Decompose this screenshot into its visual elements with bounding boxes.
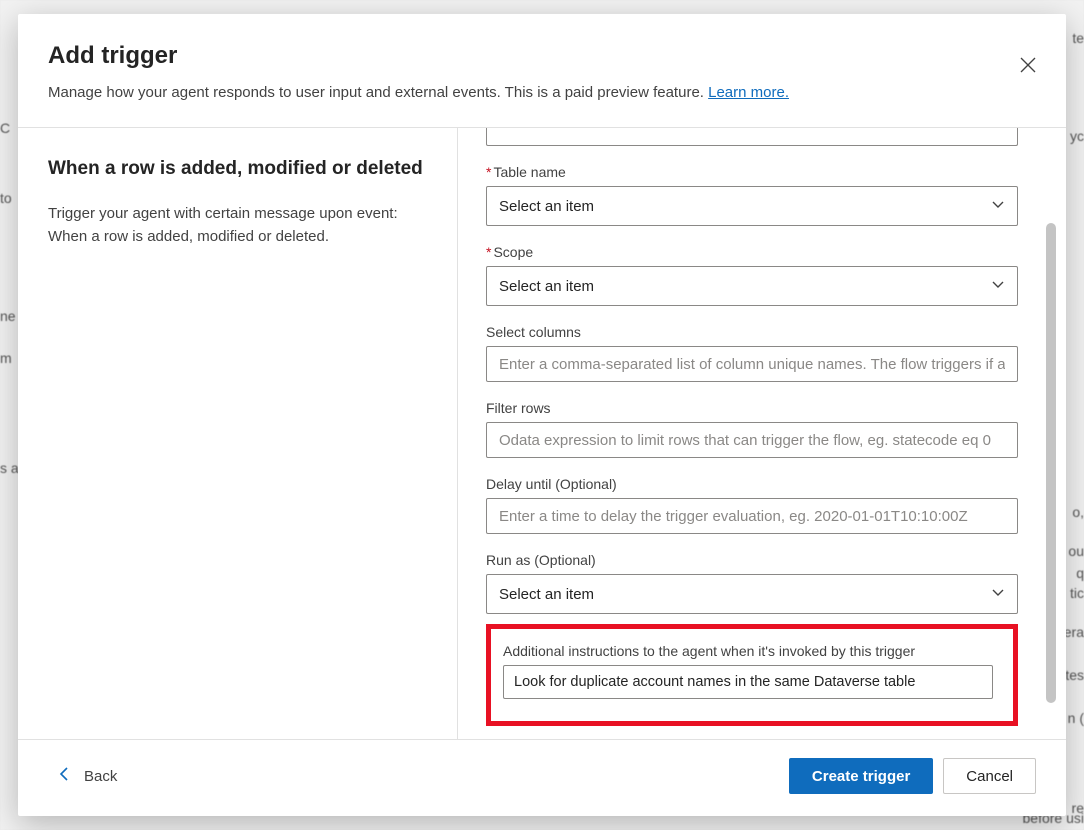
bg-text: o,	[1072, 504, 1084, 520]
scrollbar-thumb[interactable]	[1046, 223, 1056, 703]
bg-text: to	[0, 190, 12, 206]
bg-text: tes	[1065, 667, 1084, 683]
field-filter-rows: Filter rows	[486, 400, 1018, 458]
bg-text: C	[0, 120, 10, 136]
label-table-name: *Table name	[486, 164, 1018, 180]
select-value: Select an item	[499, 278, 594, 295]
learn-more-link[interactable]: Learn more.	[708, 84, 789, 101]
input-select-columns[interactable]	[486, 346, 1018, 382]
add-trigger-modal: Add trigger Manage how your agent respon…	[18, 14, 1066, 816]
highlight-instructions: Additional instructions to the agent whe…	[486, 624, 1018, 726]
footer-actions: Create trigger Cancel	[789, 758, 1036, 794]
modal-subtitle: Manage how your agent responds to user i…	[48, 82, 1036, 103]
modal-footer: Back Create trigger Cancel	[18, 739, 1066, 816]
label-run-as: Run as (Optional)	[486, 552, 1018, 568]
modal-body: When a row is added, modified or deleted…	[18, 128, 1066, 739]
subtitle-text: Manage how your agent responds to user i…	[48, 84, 708, 101]
label-delay-until: Delay until (Optional)	[486, 476, 1018, 492]
label-instructions: Additional instructions to the agent whe…	[503, 643, 993, 659]
bg-text: yc	[1070, 128, 1084, 144]
trigger-description: Trigger your agent with certain message …	[48, 202, 427, 249]
bg-text: era	[1064, 624, 1084, 640]
modal-title: Add trigger	[48, 42, 1036, 70]
form-scroll: *Table name Select an item *Scope Select…	[486, 128, 1018, 739]
bg-text: n (	[1068, 710, 1084, 726]
scroll-up-arrow[interactable]	[1042, 138, 1058, 154]
left-pane: When a row is added, modified or deleted…	[18, 128, 458, 739]
field-scope: *Scope Select an item	[486, 244, 1018, 306]
cancel-button[interactable]: Cancel	[943, 758, 1036, 794]
chevron-down-icon	[991, 585, 1005, 603]
label-filter-rows: Filter rows	[486, 400, 1018, 416]
back-label: Back	[84, 768, 117, 785]
previous-field-cutoff[interactable]	[486, 128, 1018, 146]
trigger-name-heading: When a row is added, modified or deleted	[48, 158, 427, 180]
input-instructions[interactable]	[503, 665, 993, 699]
label-select-columns: Select columns	[486, 324, 1018, 340]
bg-text: tic	[1070, 585, 1084, 601]
chevron-down-icon	[991, 197, 1005, 215]
bg-text: s a	[0, 460, 19, 476]
form-pane: *Table name Select an item *Scope Select…	[458, 128, 1066, 739]
select-value: Select an item	[499, 586, 594, 603]
close-icon	[1020, 57, 1036, 76]
field-delay-until: Delay until (Optional)	[486, 476, 1018, 534]
scroll-down-arrow[interactable]	[1042, 713, 1058, 729]
close-button[interactable]	[1014, 52, 1042, 80]
bg-text: te	[1072, 30, 1084, 46]
input-filter-rows[interactable]	[486, 422, 1018, 458]
bg-text: ne	[0, 308, 16, 324]
field-table-name: *Table name Select an item	[486, 164, 1018, 226]
bg-text: m	[0, 350, 12, 366]
select-value: Select an item	[499, 198, 594, 215]
chevron-left-icon	[58, 766, 70, 786]
field-select-columns: Select columns	[486, 324, 1018, 382]
bg-text: ou	[1068, 543, 1084, 559]
bg-text: q	[1076, 565, 1084, 581]
chevron-down-icon	[991, 277, 1005, 295]
select-table-name[interactable]: Select an item	[486, 186, 1018, 226]
input-delay-until[interactable]	[486, 498, 1018, 534]
label-scope: *Scope	[486, 244, 1018, 260]
select-scope[interactable]: Select an item	[486, 266, 1018, 306]
back-button[interactable]: Back	[58, 766, 117, 786]
create-trigger-button[interactable]: Create trigger	[789, 758, 933, 794]
field-run-as: Run as (Optional) Select an item	[486, 552, 1018, 614]
select-run-as[interactable]: Select an item	[486, 574, 1018, 614]
modal-header: Add trigger Manage how your agent respon…	[18, 14, 1066, 128]
